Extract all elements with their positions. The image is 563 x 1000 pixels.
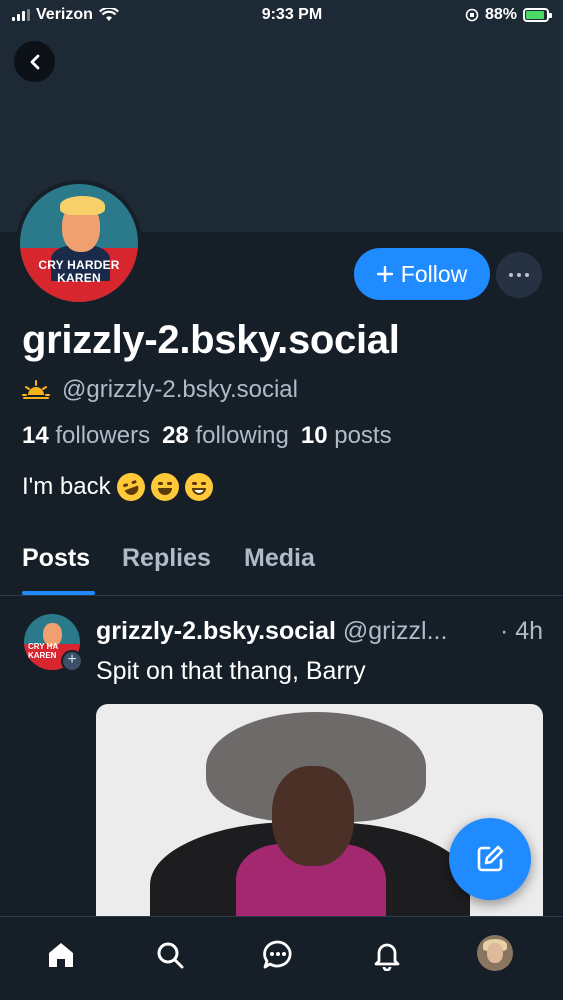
post-text: Spit on that thang, Barry [96,657,366,685]
nav-notifications[interactable] [367,935,407,975]
display-name: grizzly-2.bsky.social [22,318,400,362]
bell-icon [374,943,400,971]
tab-replies[interactable]: Replies [122,544,211,573]
profile-handle: @grizzly-2.bsky.social [62,376,298,403]
sunrise-icon [22,380,50,399]
profile-tabs: Posts Replies Media [0,540,563,596]
compose-icon [477,845,504,872]
avatar-caption: CRY HARDER KAREN [38,258,120,286]
home-icon [49,943,73,967]
bio-text: I'm back [22,473,111,500]
battery-percent: 88% [484,6,517,23]
profile-stats: 14 followers 28 following 10 posts [22,422,392,450]
status-left: Verizon [12,6,119,24]
tab-posts[interactable]: Posts [22,544,90,573]
tears-of-joy-emoji-icon [150,473,179,501]
nav-profile-avatar[interactable] [477,935,513,971]
status-right: 88% [465,6,552,24]
search-icon [157,942,184,969]
post-time: · 4h [498,617,544,646]
avatar-image: CRY HARDER KAREN [20,184,138,302]
post-author-handle[interactable]: @grizzl... [343,617,448,645]
grinning-emoji-icon [184,473,213,501]
following-stat[interactable]: 28 following [162,422,289,450]
post-author-name[interactable]: grizzly-2.bsky.social [96,617,336,645]
chevron-left-icon [30,54,39,69]
post-header: grizzly-2.bsky.social @grizzl... [96,617,546,646]
plus-icon [376,266,393,282]
follow-button[interactable]: Follow [354,248,490,300]
compose-button[interactable] [449,818,531,900]
posts-stat: 10 posts [300,422,392,449]
back-button[interactable] [14,41,55,82]
signal-icon [12,9,30,21]
handle-row: @grizzly-2.bsky.social [22,376,298,404]
status-time: 9:33 PM [261,6,323,23]
follow-author-plus-icon[interactable]: + [61,650,83,672]
nav-search[interactable] [150,935,190,975]
nav-home[interactable] [41,935,81,975]
tab-media[interactable]: Media [244,544,315,573]
chat-icon [263,940,292,969]
profile-avatar[interactable]: CRY HARDER KAREN [16,180,142,306]
more-options-button[interactable] [496,252,542,298]
profile-bio: I'm back [22,469,213,505]
nav-chat[interactable] [258,935,298,975]
orientation-lock-icon [465,8,479,22]
ellipsis-icon [509,273,529,277]
wifi-icon [98,8,119,21]
battery-icon [523,8,552,22]
status-bar: Verizon 9:33 PM 88% [0,0,563,30]
post-avatar-caption: CRY HA KAREN [28,642,59,660]
active-tab-indicator [22,591,95,595]
follow-label: Follow [400,260,468,287]
bottom-nav [0,916,563,1000]
rofl-emoji-icon [112,469,149,505]
carrier-label: Verizon [36,6,93,23]
followers-stat[interactable]: 14 followers [22,422,150,450]
